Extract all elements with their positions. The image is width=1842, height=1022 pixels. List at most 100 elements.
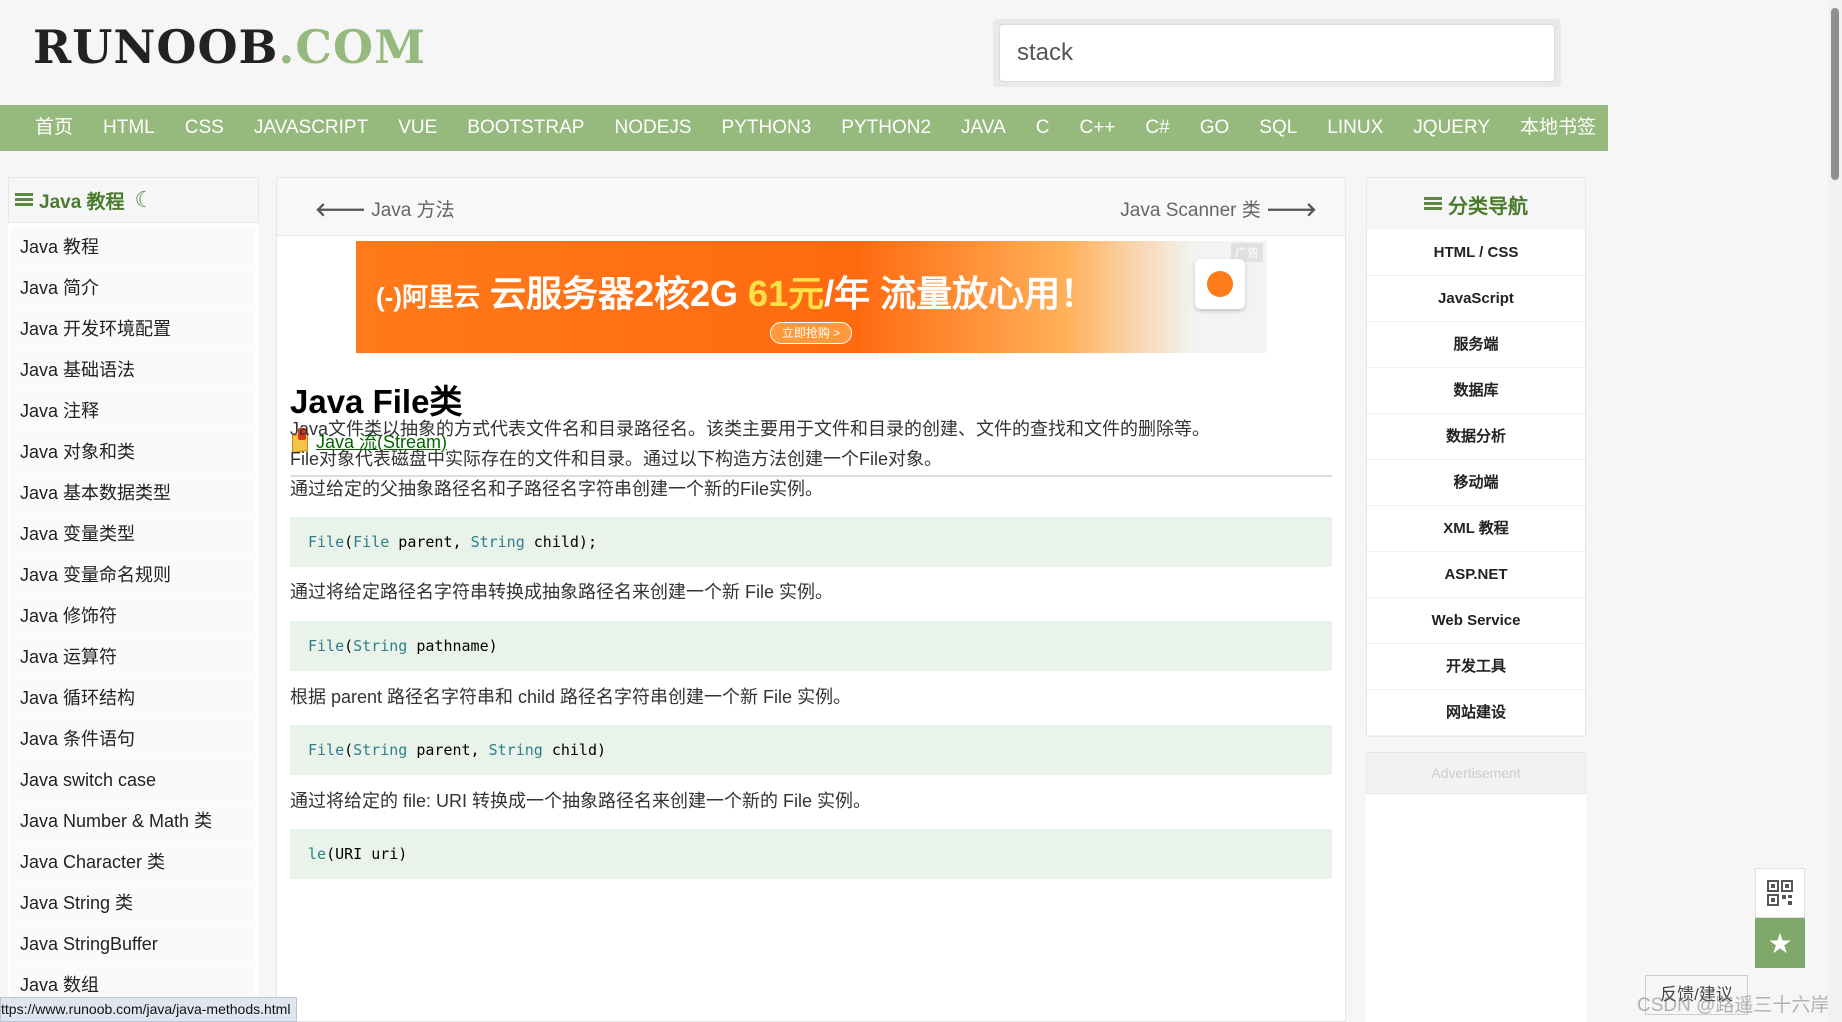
nav-item-java[interactable]: JAVA: [946, 105, 1021, 151]
advertisement-label: Advertisement: [1366, 752, 1586, 794]
logo-suffix: .COM: [278, 20, 427, 74]
code-token: String: [353, 741, 408, 759]
left-sidebar-item[interactable]: Java StringBuffer: [10, 924, 255, 965]
code-block: File(String pathname): [290, 621, 1332, 671]
nav-item-python3[interactable]: PYTHON3: [707, 105, 827, 151]
site-header: RUNOOB.COM: [0, 0, 1842, 105]
ad-text-price: 61元: [748, 273, 825, 314]
code-token: String: [353, 637, 408, 655]
right-sidebar: 分类导航 HTML / CSS JavaScript 服务端 数据库 数据分析 …: [1366, 177, 1586, 737]
left-sidebar-title: Java 教程: [39, 191, 125, 213]
code-token: File: [308, 741, 345, 759]
nav-item-sql[interactable]: SQL: [1244, 105, 1312, 151]
code-token: child): [542, 741, 607, 759]
ad-brand: (-)阿里云: [376, 282, 480, 312]
category-nav-item[interactable]: XML 教程: [1367, 506, 1585, 552]
paragraph: Java文件类以抽象的方式代表文件名和目录路径名。该类主要用于文件和目录的创建、…: [290, 419, 1211, 439]
left-sidebar-item[interactable]: Java 变量命名规则: [10, 555, 255, 596]
left-sidebar-item[interactable]: Java 运算符: [10, 637, 255, 678]
category-nav-item[interactable]: ASP.NET: [1367, 552, 1585, 598]
qr-code-button[interactable]: [1755, 868, 1805, 918]
left-sidebar-item[interactable]: Java 对象和类: [10, 432, 255, 473]
site-logo[interactable]: RUNOOB.COM: [33, 20, 426, 74]
nav-item-bootstrap[interactable]: BOOTSTRAP: [452, 105, 599, 151]
category-nav-item[interactable]: JavaScript: [1367, 276, 1585, 322]
search-input[interactable]: [999, 24, 1555, 82]
left-sidebar-item[interactable]: Java 简介: [10, 268, 255, 309]
left-sidebar-list: Java 教程 Java 简介 Java 开发环境配置 Java 基础语法 Ja…: [8, 223, 259, 1006]
prev-article-link[interactable]: 🡐 Java 方法: [315, 195, 455, 222]
article-pager: 🡐 Java 方法 Java Scanner 类 🡒: [277, 178, 1345, 236]
nav-item-jquery[interactable]: JQUERY: [1398, 105, 1505, 151]
left-sidebar-item[interactable]: Java 条件语句: [10, 719, 255, 760]
code-token: File: [308, 533, 345, 551]
code-block: File(String parent, String child): [290, 725, 1332, 775]
code-token: parent,: [407, 741, 489, 759]
main-content: 🡐 Java 方法 Java Scanner 类 🡒 (-)阿里云 云服务器2核…: [276, 177, 1346, 1022]
left-sidebar: Java 教程 ☾ Java 教程 Java 简介 Java 开发环境配置 Ja…: [8, 177, 259, 1022]
qr-code-icon: [1767, 880, 1793, 906]
nav-item-cpp[interactable]: C++: [1064, 105, 1130, 151]
left-sidebar-item[interactable]: Java 基础语法: [10, 350, 255, 391]
left-sidebar-item[interactable]: Java 注释: [10, 391, 255, 432]
category-nav-item[interactable]: 网站建设: [1367, 690, 1585, 736]
code-token: (URI uri): [326, 845, 408, 863]
left-sidebar-item[interactable]: Java switch case: [10, 760, 255, 801]
nav-item-go[interactable]: GO: [1185, 105, 1245, 151]
category-nav-item[interactable]: 数据分析: [1367, 414, 1585, 460]
nav-item-home[interactable]: 首页: [20, 105, 88, 151]
left-sidebar-item[interactable]: Java 修饰符: [10, 596, 255, 637]
paragraph: File对象代表磁盘中实际存在的文件和目录。通过以下构造方法创建一个File对象…: [290, 449, 943, 469]
left-sidebar-item[interactable]: Java 基本数据类型: [10, 473, 255, 514]
category-nav-item[interactable]: 开发工具: [1367, 644, 1585, 690]
code-token: File: [353, 533, 390, 551]
paragraph: 根据 parent 路径名字符串和 child 路径名字符串创建一个新 File…: [290, 687, 852, 707]
nav-item-python2[interactable]: PYTHON2: [826, 105, 946, 151]
category-nav-item[interactable]: Web Service: [1367, 598, 1585, 644]
nav-item-html[interactable]: HTML: [88, 105, 170, 151]
nav-item-c[interactable]: C: [1021, 105, 1065, 151]
left-sidebar-item[interactable]: Java 开发环境配置: [10, 309, 255, 350]
code-token: pathname): [407, 637, 498, 655]
ad-buy-button[interactable]: 立即抢购 >: [770, 322, 852, 344]
scrollbar-thumb[interactable]: [1831, 8, 1839, 180]
star-icon[interactable]: ★: [1755, 918, 1805, 968]
nav-item-csharp[interactable]: C#: [1130, 105, 1184, 151]
nav-item-linux[interactable]: LINUX: [1312, 105, 1398, 151]
moon-icon[interactable]: ☾: [135, 187, 155, 213]
code-token: String: [488, 741, 543, 759]
code-token: child);: [524, 533, 597, 551]
code-block: le(URI uri): [290, 829, 1332, 879]
list-icon: [1424, 197, 1442, 211]
nav-item-javascript[interactable]: JAVASCRIPT: [239, 105, 383, 151]
logo-text: RUNOOB: [33, 20, 279, 74]
page-scrollbar[interactable]: [1828, 0, 1842, 1022]
nav-item-nodejs[interactable]: NODEJS: [599, 105, 706, 151]
nav-item-css[interactable]: CSS: [170, 105, 239, 151]
category-nav-item[interactable]: 服务端: [1367, 322, 1585, 368]
category-nav-item[interactable]: HTML / CSS: [1367, 230, 1585, 276]
left-sidebar-item[interactable]: Java Number & Math 类: [10, 801, 255, 842]
ad-banner[interactable]: (-)阿里云 云服务器2核2G 61元/年 流量放心用！ 立即抢购 > 广告: [356, 241, 1267, 353]
prev-article-label: Java 方法: [371, 200, 455, 221]
left-sidebar-item[interactable]: Java 变量类型: [10, 514, 255, 555]
left-sidebar-item[interactable]: Java 循环结构: [10, 678, 255, 719]
watermark: CSDN @路遥三十六岸: [1637, 995, 1830, 1016]
code-token: File: [308, 637, 345, 655]
category-nav-item[interactable]: 数据库: [1367, 368, 1585, 414]
nav-item-bookmarks[interactable]: 本地书签: [1505, 105, 1611, 151]
left-sidebar-item[interactable]: Java 教程: [10, 227, 255, 268]
left-sidebar-header: Java 教程 ☾: [8, 177, 259, 223]
left-sidebar-item[interactable]: Java Character 类: [10, 842, 255, 883]
main-navbar: 首页 HTML CSS JAVASCRIPT VUE BOOTSTRAP NOD…: [0, 105, 1608, 151]
code-token: le: [308, 845, 327, 863]
search-container: [993, 19, 1561, 87]
nav-item-vue[interactable]: VUE: [383, 105, 452, 151]
ad-product-icon: [1195, 259, 1245, 309]
next-article-link[interactable]: Java Scanner 类 🡒: [1120, 195, 1317, 222]
category-nav-item[interactable]: 移动端: [1367, 460, 1585, 506]
code-token: String: [470, 533, 525, 551]
list-icon: [15, 193, 33, 207]
status-bar-url: ttps://www.runoob.com/java/java-methods.…: [0, 997, 298, 1022]
left-sidebar-item[interactable]: Java String 类: [10, 883, 255, 924]
